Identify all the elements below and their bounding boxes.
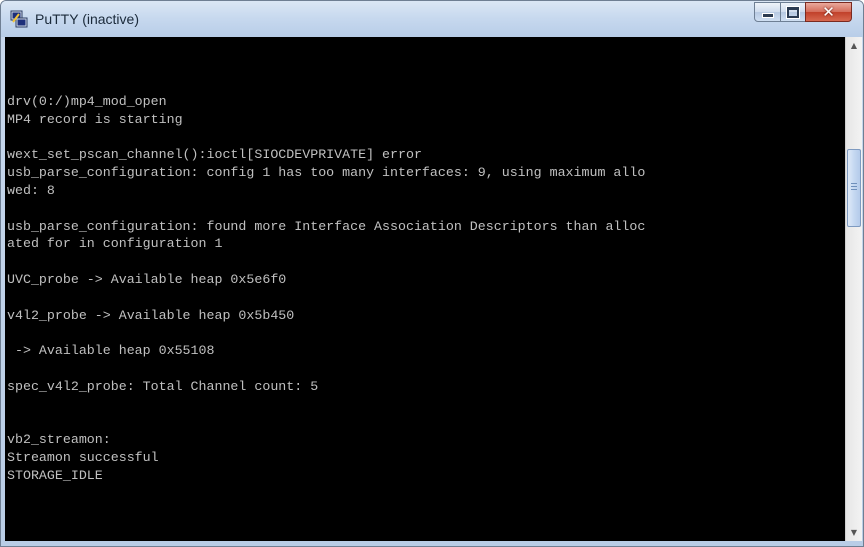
terminal-line: usb_parse_configuration: config 1 has to… xyxy=(7,165,646,181)
vertical-scrollbar[interactable]: ▲ ▼ xyxy=(845,37,862,541)
maximize-button[interactable] xyxy=(780,2,806,22)
terminal-line: MP4 record is starting xyxy=(7,111,183,127)
scroll-up-arrow-icon[interactable]: ▲ xyxy=(846,37,862,54)
maximize-icon xyxy=(787,6,799,18)
terminal-line: wext_set_pscan_channel():ioctl[SIOCDEVPR… xyxy=(7,147,422,163)
putty-window: PuTTY (inactive) ✕ drv(0:/)mp4_mod_open M… xyxy=(0,0,864,547)
scroll-down-arrow-icon[interactable]: ▼ xyxy=(846,524,862,541)
title-bar[interactable]: PuTTY (inactive) ✕ xyxy=(1,1,863,37)
terminal-output[interactable]: drv(0:/)mp4_mod_open MP4 record is starti… xyxy=(5,37,845,541)
terminal-line: STORAGE_IDLE xyxy=(7,467,103,483)
terminal-line: vb2_streamon: xyxy=(7,432,111,448)
scrollbar-thumb[interactable] xyxy=(847,149,861,227)
terminal-line: usb_parse_configuration: found more Inte… xyxy=(7,218,646,234)
putty-icon xyxy=(10,10,28,28)
terminal-line: -> Available heap 0x55108 xyxy=(7,343,215,359)
terminal-line: UVC_probe -> Available heap 0x5e6f0 xyxy=(7,271,287,287)
terminal-line: v4l2_probe -> Available heap 0x5b450 xyxy=(7,307,295,323)
terminal-line: spec_v4l2_probe: Total Channel count: 5 xyxy=(7,378,319,394)
terminal-lines: drv(0:/)mp4_mod_open MP4 record is starti… xyxy=(7,93,845,485)
close-button[interactable]: ✕ xyxy=(805,2,852,22)
terminal-line: wed: 8 xyxy=(7,182,55,198)
minimize-button[interactable] xyxy=(754,2,781,22)
terminal-line: ated for in configuration 1 xyxy=(7,236,223,252)
minimize-icon xyxy=(761,13,774,18)
thumb-grip-icon xyxy=(851,183,857,191)
close-icon: ✕ xyxy=(822,2,835,21)
window-title: PuTTY (inactive) xyxy=(35,11,139,27)
terminal-line: drv(0:/)mp4_mod_open xyxy=(7,94,167,109)
terminal-line: Streamon successful xyxy=(7,449,159,465)
